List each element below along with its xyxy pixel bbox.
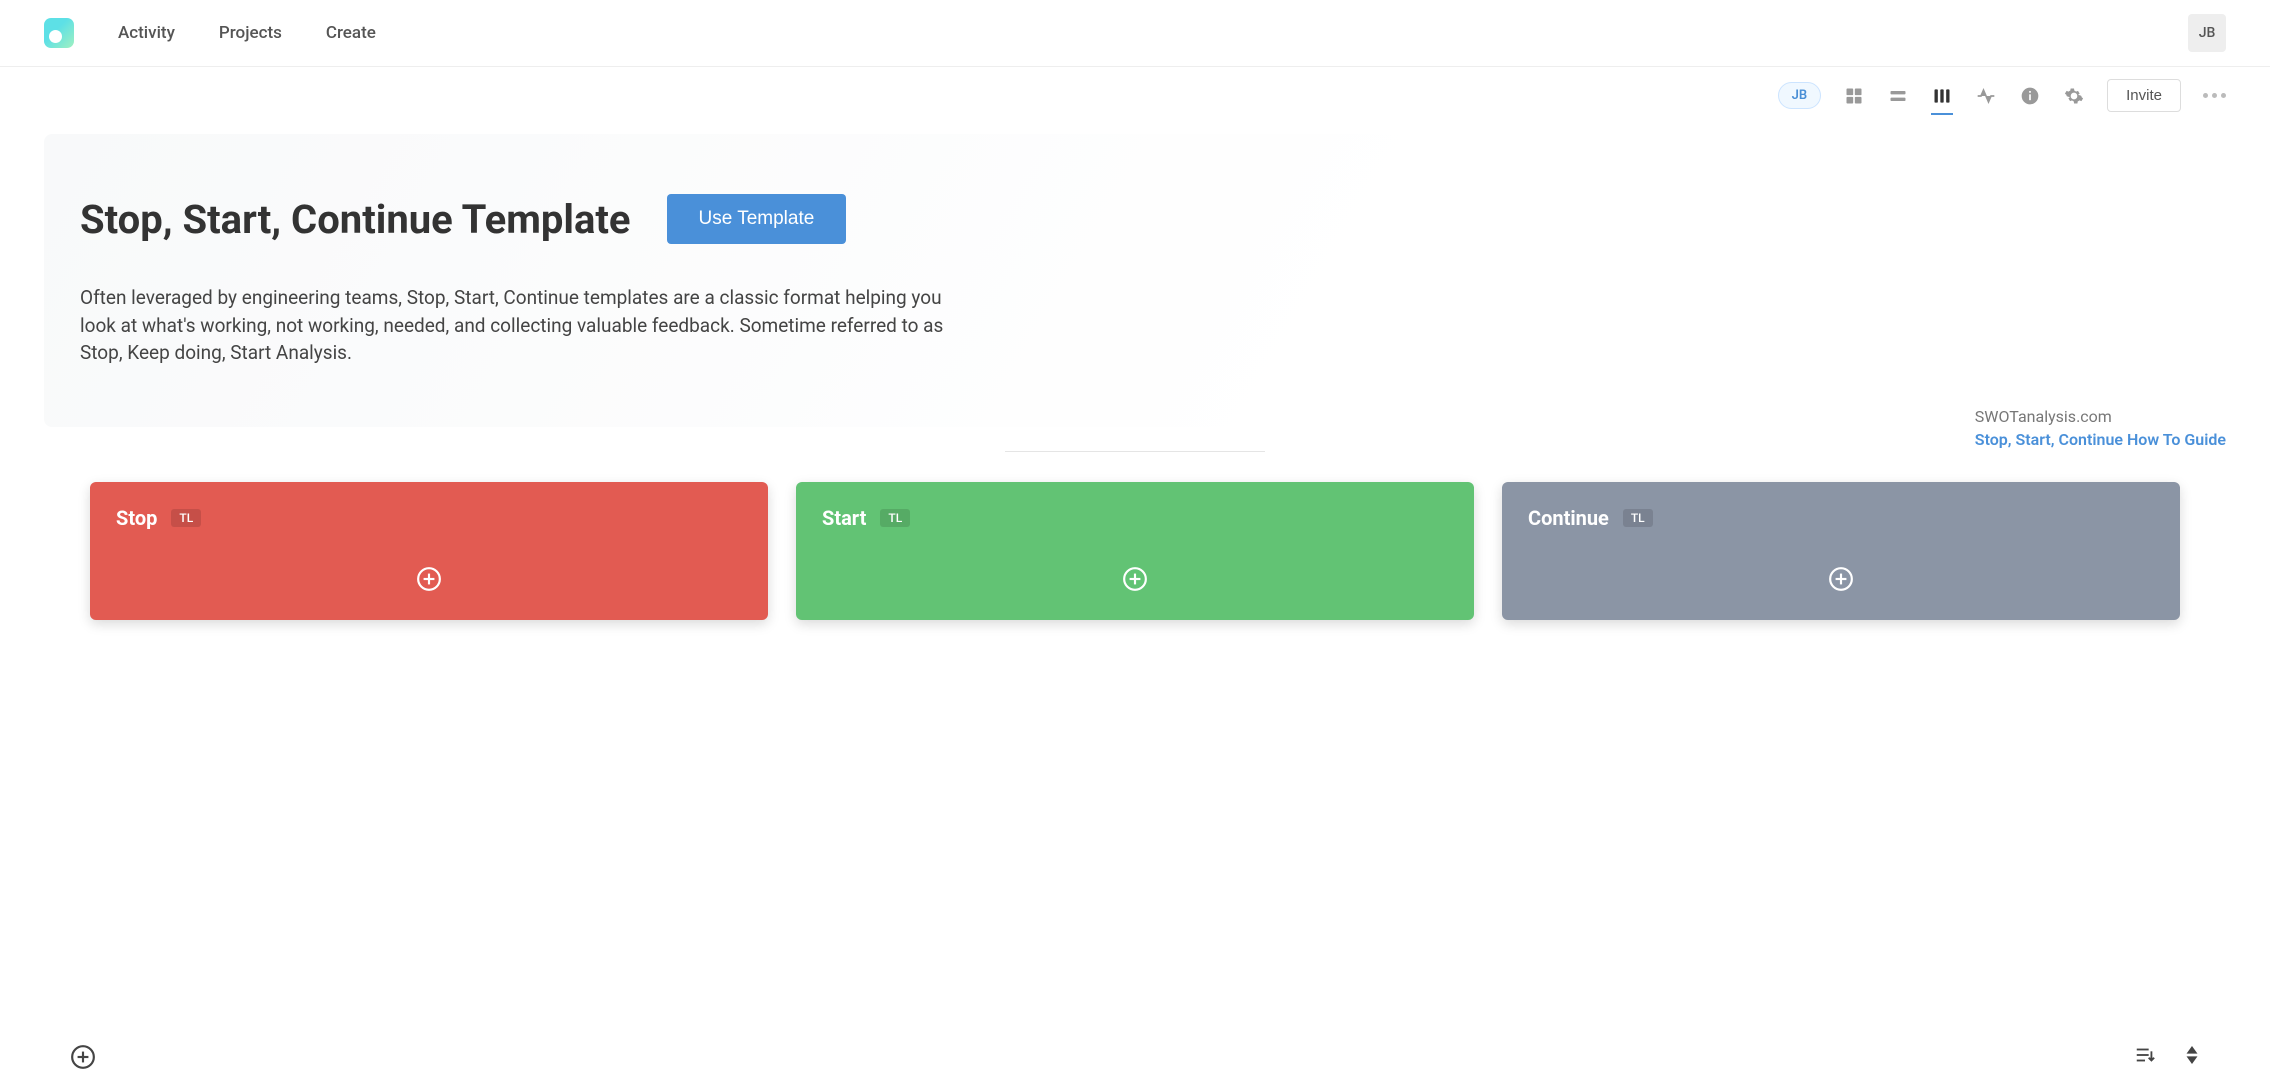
settings-gear-icon[interactable] <box>2063 85 2085 107</box>
app-logo[interactable] <box>44 18 74 48</box>
template-hero: Stop, Start, Continue Template Use Templ… <box>44 134 2226 427</box>
activity-pulse-icon[interactable] <box>1975 85 1997 107</box>
add-card-button[interactable] <box>116 558 742 600</box>
template-description: Often leveraged by engineering teams, St… <box>80 284 960 367</box>
page-title: Stop, Start, Continue Template <box>80 196 631 243</box>
grid-view-icon[interactable] <box>1843 85 1865 107</box>
plus-circle-icon <box>1828 566 1854 592</box>
bottom-right-controls <box>2134 1044 2200 1070</box>
column-header: Stop TL <box>116 506 742 530</box>
column-tag: TL <box>171 509 201 527</box>
column-continue: Continue TL <box>1502 482 2180 620</box>
side-links: SWOTanalysis.com Stop, Start, Continue H… <box>1975 407 2226 449</box>
howto-guide-link[interactable]: Stop, Start, Continue How To Guide <box>1975 430 2226 449</box>
column-title: Stop <box>116 506 157 530</box>
column-tag: TL <box>1623 509 1653 527</box>
add-fab-button[interactable] <box>70 1044 96 1070</box>
project-toolbar: JB Invite <box>0 67 2270 124</box>
plus-circle-icon <box>416 566 442 592</box>
hero-header: Stop, Start, Continue Template Use Templ… <box>80 194 2190 244</box>
column-header: Start TL <box>822 506 1448 530</box>
column-start: Start TL <box>796 482 1474 620</box>
plus-circle-icon <box>1122 566 1148 592</box>
sort-icon[interactable] <box>2134 1044 2156 1070</box>
column-header: Continue TL <box>1528 506 2154 530</box>
user-avatar[interactable]: JB <box>2188 14 2226 52</box>
column-title: Continue <box>1528 506 1609 530</box>
nav-left: Activity Projects Create <box>44 18 376 48</box>
column-tag: TL <box>880 509 910 527</box>
nav-projects[interactable]: Projects <box>219 23 282 43</box>
top-nav: Activity Projects Create JB <box>0 0 2270 67</box>
source-label: SWOTanalysis.com <box>1975 407 2226 426</box>
column-stop: Stop TL <box>90 482 768 620</box>
expand-collapse-icon[interactable] <box>2184 1044 2200 1070</box>
add-card-button[interactable] <box>822 558 1448 600</box>
invite-button[interactable]: Invite <box>2107 79 2181 112</box>
nav-right: JB <box>2188 14 2226 52</box>
bottom-bar <box>0 1044 2270 1070</box>
info-icon[interactable] <box>2019 85 2041 107</box>
column-title: Start <box>822 506 866 530</box>
collaborator-avatar[interactable]: JB <box>1778 82 1822 109</box>
nav-activity[interactable]: Activity <box>118 23 175 43</box>
section-divider <box>1005 451 1265 452</box>
use-template-button[interactable]: Use Template <box>667 194 847 244</box>
board-columns: Stop TL Start TL Continue TL <box>0 482 2270 620</box>
more-menu-icon[interactable] <box>2203 93 2226 98</box>
nav-create[interactable]: Create <box>326 23 376 43</box>
add-card-button[interactable] <box>1528 558 2154 600</box>
list-view-icon[interactable] <box>1887 85 1909 107</box>
column-view-icon[interactable] <box>1931 85 1953 107</box>
